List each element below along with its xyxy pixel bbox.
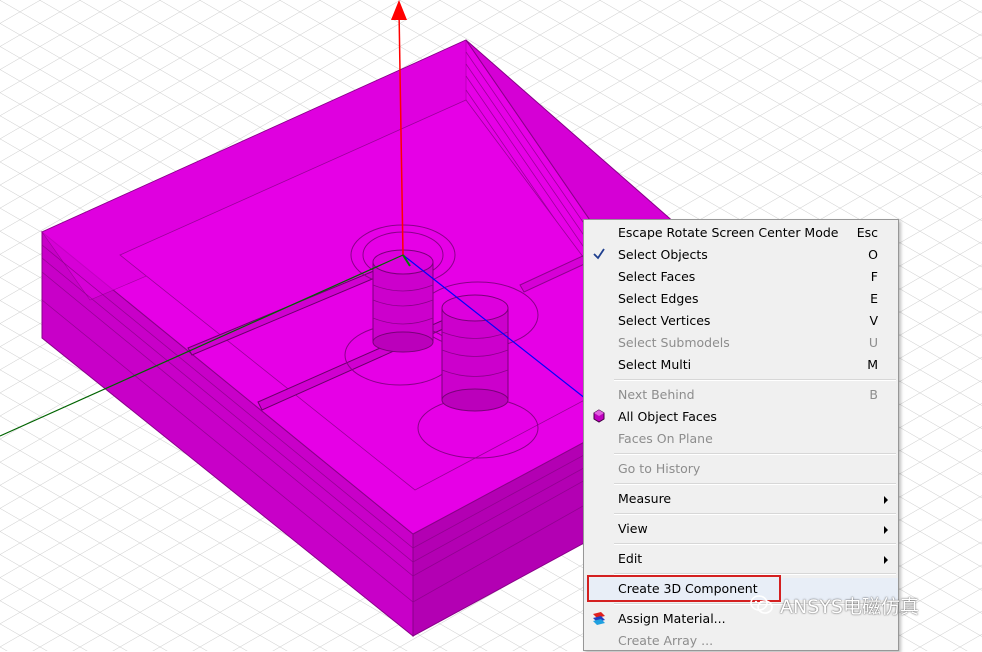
menu-item-shortcut: U [868,335,878,350]
menu-item-label: Go to History [618,461,701,476]
menu-item-view[interactable]: View [584,518,898,540]
menu-item-shortcut: B [869,387,878,402]
menu-item-label: Escape Rotate Screen Center Mode [618,225,839,240]
menu-item-shortcut: Esc [856,225,878,240]
menu-item-select-multi[interactable]: Select Multi M [584,354,898,376]
menu-item-select-objects[interactable]: Select Objects O [584,244,898,266]
menu-item-select-edges[interactable]: Select Edges E [584,288,898,310]
menu-item-label: All Object Faces [618,409,717,424]
menu-item-select-submodels[interactable]: Select Submodels U [584,332,898,354]
submenu-arrow-icon [884,556,888,564]
menu-item-label: Next Behind [618,387,695,402]
menu-separator [614,379,896,381]
menu-item-shortcut: V [869,313,878,328]
material-icon [589,611,609,627]
menu-separator [614,483,896,485]
menu-item-create-array[interactable]: Create Array ... [584,630,898,652]
via-cylinder-1[interactable] [372,249,434,353]
menu-item-label: Faces On Plane [618,431,713,446]
menu-item-next-behind[interactable]: Next Behind B [584,384,898,406]
menu-item-escape-rotate[interactable]: Escape Rotate Screen Center Mode Esc [584,222,898,244]
watermark: ANSYS电磁仿真 [750,592,919,622]
menu-item-all-object-faces[interactable]: All Object Faces [584,406,898,428]
menu-item-label: Edit [618,551,643,566]
menu-item-shortcut: E [870,291,878,306]
menu-item-label: Create Array ... [618,633,714,648]
wechat-logo-icon [750,594,774,621]
checkmark-icon [589,247,609,263]
menu-item-label: Select Faces [618,269,696,284]
watermark-text: ANSYS电磁仿真 [780,596,919,618]
menu-separator [614,543,896,545]
submenu-arrow-icon [884,496,888,504]
menu-item-label: Select Edges [618,291,699,306]
menu-separator [614,453,896,455]
menu-item-label: Select Submodels [618,335,730,350]
hexagon-icon [589,409,609,425]
menu-item-label: Select Vertices [618,313,711,328]
menu-item-label: Select Objects [618,247,708,262]
menu-item-select-vertices[interactable]: Select Vertices V [584,310,898,332]
menu-item-shortcut: M [867,357,878,372]
menu-item-label: Select Multi [618,357,692,372]
menu-item-shortcut: O [868,247,878,262]
menu-item-measure[interactable]: Measure [584,488,898,510]
submenu-arrow-icon [884,526,888,534]
menu-item-go-to-history[interactable]: Go to History [584,458,898,480]
menu-item-faces-on-plane[interactable]: Faces On Plane [584,428,898,450]
menu-item-label: Assign Material... [618,611,726,626]
menu-item-shortcut: F [870,269,878,284]
menu-item-label: Measure [618,491,672,506]
menu-item-select-faces[interactable]: Select Faces F [584,266,898,288]
menu-item-edit[interactable]: Edit [584,548,898,570]
menu-item-label: View [618,521,648,536]
menu-separator [614,513,896,515]
